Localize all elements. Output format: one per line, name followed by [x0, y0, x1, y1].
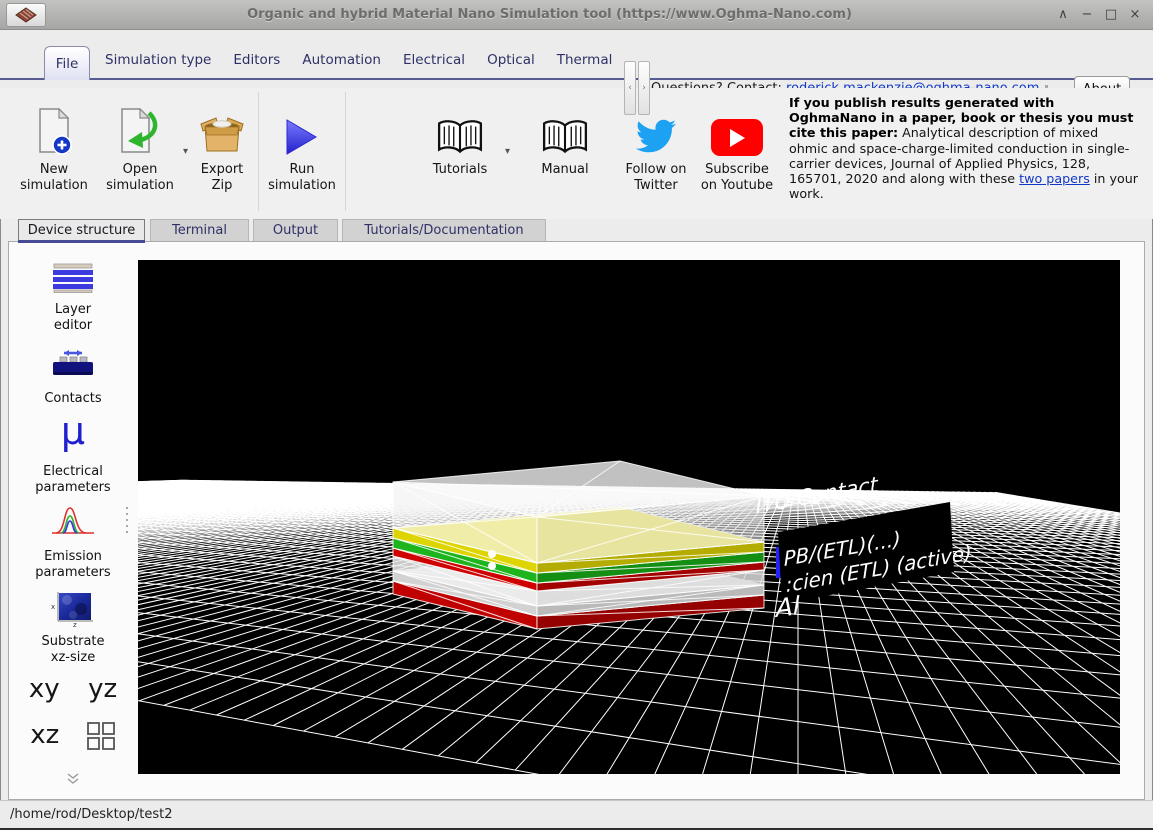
contacts-button[interactable]	[9, 349, 137, 383]
emission-spectrum-icon	[50, 504, 96, 536]
tab-output[interactable]: Output	[253, 219, 338, 241]
export-zip-icon	[198, 114, 246, 156]
citation-papers-link[interactable]: two papers	[1019, 171, 1090, 186]
menu-tabs: Simulation type Editors Automation Elect…	[105, 52, 620, 68]
tutorials-dropdown-arrow-icon[interactable]: ▾	[505, 146, 510, 157]
handle-dot	[488, 562, 496, 570]
app-logo-icon	[15, 7, 37, 23]
open-simulation-icon	[117, 108, 163, 156]
citation-text: If you publish results generated with Og…	[789, 95, 1139, 201]
run-simulation-label: Run simulation	[264, 162, 340, 194]
tutorials-label: Tutorials	[416, 162, 504, 178]
view-yz-button[interactable]: yz	[88, 674, 117, 704]
window-title: Organic and hybrid Material Nano Simulat…	[46, 7, 1053, 22]
status-bar: /home/rod/Desktop/test2	[0, 800, 1153, 828]
four-view-grid-icon[interactable]	[86, 721, 116, 751]
menu-bar: File Simulation type Editors Automation …	[0, 30, 1153, 88]
3d-viewport[interactable]: ITO Contact PB/(ETL)(...) :cien (ETL) (a…	[138, 260, 1120, 774]
menu-tab-editors[interactable]: Editors	[233, 52, 280, 68]
contacts-icon	[48, 349, 98, 379]
shade-button[interactable]: ∧	[1053, 5, 1073, 25]
svg-text:z: z	[73, 621, 77, 627]
open-simulation-button[interactable]: Open simulation	[102, 98, 178, 194]
view-buttons-xz: xz	[9, 720, 137, 751]
tutorials-button[interactable]: Tutorials	[416, 98, 504, 178]
emission-parameters-button[interactable]	[9, 504, 137, 540]
view-buttons-xy-yz: xy yz	[9, 674, 137, 704]
tab-terminal[interactable]: Terminal	[150, 219, 249, 241]
substrate-xz-size-label[interactable]: Substrate xz-size	[9, 634, 137, 666]
menu-tab-automation[interactable]: Automation	[302, 52, 381, 68]
run-simulation-button[interactable]: Run simulation	[264, 98, 340, 194]
splitter-handle[interactable]	[126, 507, 128, 533]
youtube-icon	[711, 119, 763, 156]
chevron-down-icon	[65, 773, 81, 784]
toolbar: New simulation Open simulation ▾	[0, 88, 1153, 219]
layer-editor-button[interactable]	[9, 263, 137, 297]
menu-tab-optical[interactable]: Optical	[487, 52, 535, 68]
new-simulation-icon	[34, 108, 74, 156]
sidebar-scroll-down-button[interactable]	[9, 769, 137, 788]
app-window: Organic and hybrid Material Nano Simulat…	[0, 0, 1153, 830]
menu-underline	[0, 78, 1153, 80]
toolbar-separator	[258, 92, 259, 211]
export-zip-button[interactable]: Export Zip	[188, 98, 256, 194]
youtube-label: Subscribe on Youtube	[694, 162, 780, 194]
open-simulation-label: Open simulation	[102, 162, 178, 194]
menu-tab-simulation-type[interactable]: Simulation type	[105, 52, 211, 68]
manual-button[interactable]: Manual	[525, 98, 605, 178]
current-path: /home/rod/Desktop/test2	[10, 807, 173, 822]
label-al: Al	[774, 591, 800, 623]
electrical-parameters-label[interactable]: Electrical parameters	[9, 464, 137, 496]
tab-device-structure[interactable]: Device structure	[18, 219, 145, 241]
active-tab-underline	[18, 240, 145, 243]
tutorials-book-icon	[436, 118, 484, 156]
svg-text:x: x	[51, 603, 55, 611]
new-simulation-label: New simulation	[12, 162, 96, 194]
scroll-left-icon: ‹	[628, 83, 632, 93]
toolbar-separator	[345, 92, 346, 211]
twitter-label: Follow on Twitter	[614, 162, 698, 194]
device-structure-panel: Layer editor Contacts μ Electrical param…	[8, 241, 1145, 800]
emission-parameters-label[interactable]: Emission parameters	[9, 549, 137, 581]
substrate-xz-icon: x z	[49, 589, 97, 627]
view-xy-button[interactable]: xy	[29, 674, 60, 704]
export-zip-label: Export Zip	[188, 162, 256, 194]
manual-book-icon	[541, 118, 589, 156]
layer-editor-label[interactable]: Layer editor	[9, 302, 137, 334]
scroll-right-icon: ›	[642, 83, 646, 93]
youtube-button[interactable]: Subscribe on Youtube	[694, 98, 780, 194]
new-simulation-button[interactable]: New simulation	[12, 98, 96, 194]
run-simulation-icon	[285, 118, 319, 156]
app-menu-button[interactable]	[6, 3, 46, 27]
titlebar: Organic and hybrid Material Nano Simulat…	[0, 0, 1153, 30]
substrate-xz-size-button[interactable]: x z	[9, 589, 137, 631]
handle-dot	[488, 550, 496, 558]
twitter-bird-icon	[633, 116, 679, 156]
menu-tab-file[interactable]: File	[44, 46, 90, 80]
menu-tab-thermal[interactable]: Thermal	[557, 52, 613, 68]
contacts-label[interactable]: Contacts	[9, 391, 137, 407]
close-button[interactable]: ×	[1125, 5, 1145, 25]
view-xz-button[interactable]: xz	[30, 720, 59, 750]
electrical-parameters-icon[interactable]: μ	[9, 414, 137, 448]
layer-editor-icon	[51, 263, 95, 293]
3d-scene: ITO Contact PB/(ETL)(...) :cien (ETL) (a…	[138, 260, 1120, 774]
tab-scroll-right-button[interactable]: ›	[638, 61, 650, 115]
menu-tab-electrical[interactable]: Electrical	[403, 52, 465, 68]
tab-scroll-left-button[interactable]: ‹	[624, 61, 636, 115]
maximize-button[interactable]: □	[1101, 5, 1121, 25]
minimize-button[interactable]: −	[1077, 5, 1097, 25]
device-stack	[393, 461, 764, 629]
tab-tutorials-documentation[interactable]: Tutorials/Documentation	[342, 219, 546, 241]
manual-label: Manual	[525, 162, 605, 178]
